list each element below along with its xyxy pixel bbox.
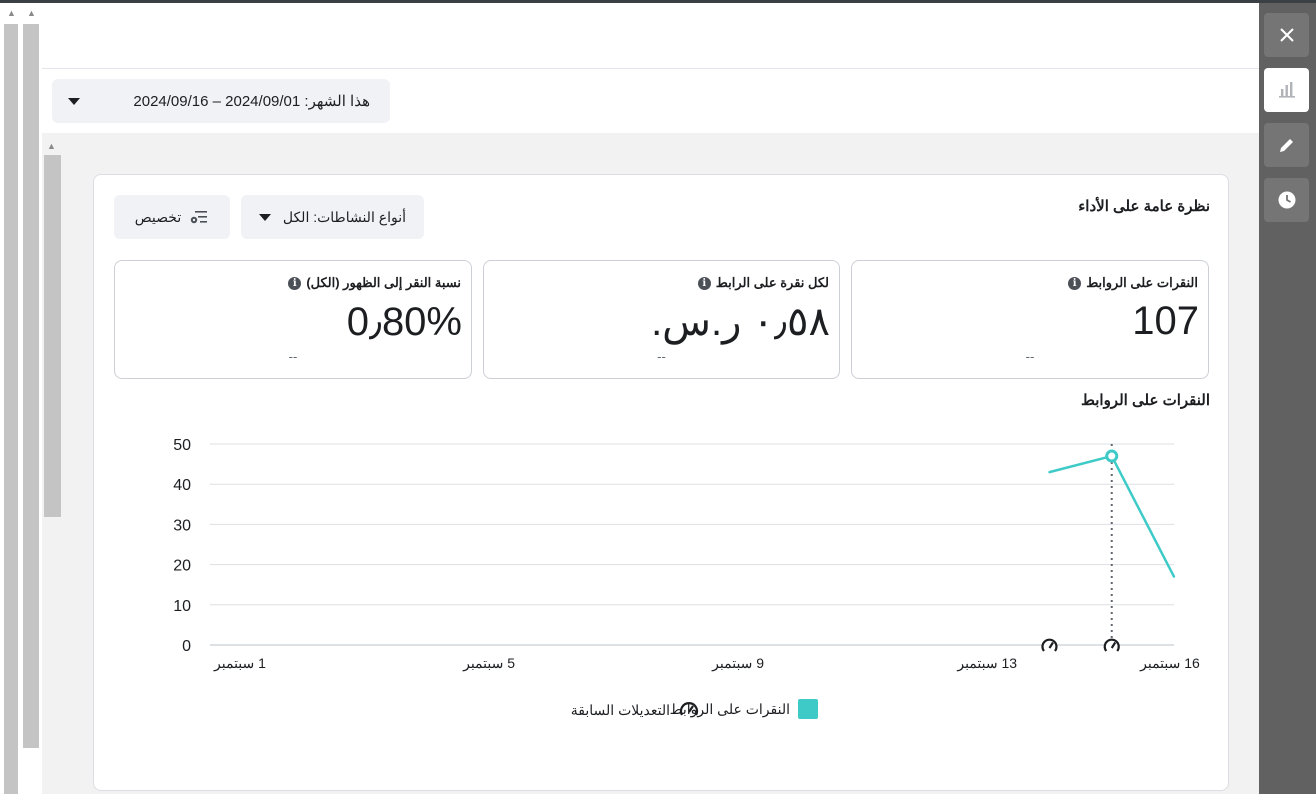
history-button[interactable] bbox=[1264, 178, 1309, 222]
data-point-highlight[interactable] bbox=[1105, 449, 1119, 463]
right-side-panel bbox=[1259, 3, 1316, 794]
x-tick-label: 13 سبتمبر bbox=[956, 655, 1017, 672]
clock-icon bbox=[1278, 191, 1295, 209]
date-range-label: هذا الشهر: 2024/09/01 – 2024/09/16 bbox=[133, 93, 370, 110]
y-tick-label: 40 bbox=[173, 477, 191, 494]
legend-swatch bbox=[798, 699, 818, 719]
pencil-icon bbox=[1279, 139, 1293, 152]
gauge-icon bbox=[679, 702, 699, 716]
y-tick-label: 50 bbox=[173, 437, 191, 454]
scroll-up-arrow-icon[interactable]: ▲ bbox=[27, 8, 36, 18]
date-range-dropdown[interactable]: هذا الشهر: 2024/09/01 – 2024/09/16 bbox=[52, 79, 390, 123]
x-tick-label: 9 سبتمبر bbox=[711, 655, 764, 672]
content-scrollbar-thumb[interactable] bbox=[44, 155, 61, 517]
x-tick-label: 1 سبتمبر bbox=[213, 655, 266, 672]
data-point[interactable] bbox=[1172, 575, 1176, 578]
y-tick-label: 10 bbox=[173, 598, 191, 615]
y-tick-label: 30 bbox=[173, 517, 191, 534]
outer-scrollbar-thumb[interactable] bbox=[4, 24, 18, 794]
caret-down-icon bbox=[68, 97, 80, 105]
legend-label: التعديلات السابقة bbox=[570, 701, 670, 718]
x-tick-label: 16 سبتمبر bbox=[1139, 655, 1200, 672]
scrollbar-thumb[interactable] bbox=[23, 24, 39, 748]
x-tick-label: 5 سبتمبر bbox=[462, 655, 515, 672]
legend-item-previous-edits[interactable]: التعديلات السابقة bbox=[571, 699, 700, 721]
y-tick-label: 0 bbox=[182, 638, 191, 655]
data-point[interactable] bbox=[1048, 470, 1051, 474]
panel-header bbox=[42, 3, 1259, 69]
performance-card: نظرة عامة على الأداء أنواع النشاطات: الك… bbox=[93, 174, 1229, 791]
y-tick-label: 20 bbox=[173, 558, 191, 575]
scroll-up-arrow-icon[interactable]: ▲ bbox=[7, 8, 16, 18]
close-icon bbox=[1279, 28, 1294, 42]
close-button[interactable] bbox=[1264, 13, 1309, 57]
scroll-up-arrow-icon[interactable]: ▲ bbox=[47, 141, 56, 151]
link-clicks-line-chart[interactable]: 0 10 20 30 40 50 1 سبتمبر 5 سبتمبر 9 سبتمبر 13 سب… bbox=[94, 175, 1228, 685]
charts-view-button[interactable] bbox=[1264, 68, 1309, 112]
edit-button[interactable] bbox=[1264, 123, 1309, 167]
bar-chart-icon bbox=[1278, 82, 1295, 98]
